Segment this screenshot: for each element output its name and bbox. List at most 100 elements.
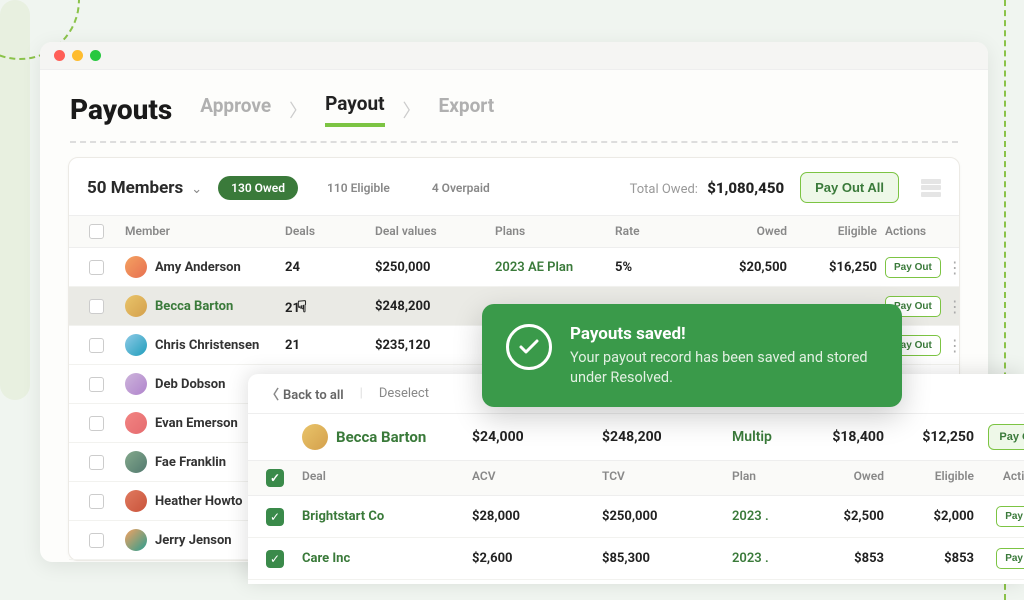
pay-out-button[interactable]: Pay Out (988, 424, 1024, 450)
cell-deals: 24 (285, 260, 375, 275)
member-name: Becca Barton (155, 299, 233, 314)
cell-acv: $28,000 (472, 509, 602, 524)
row-checkbox[interactable]: ✓ (266, 550, 284, 568)
avatar (125, 295, 147, 317)
avatar (125, 412, 147, 434)
window-close-icon[interactable] (54, 50, 65, 61)
avatar (125, 451, 147, 473)
step-payout[interactable]: Payout (325, 92, 384, 127)
row-checkbox[interactable] (89, 416, 104, 431)
cell-deal-values: $248,200 (375, 299, 495, 314)
col-tcv: TCV (602, 469, 732, 487)
row-menu-icon[interactable]: ⋮ (947, 258, 963, 277)
col-eligible: Eligible (892, 469, 982, 487)
cell-owed: $853 (802, 551, 892, 566)
member-name: Chris Christensen (155, 338, 259, 353)
filter-overpaid-pill[interactable]: 4 Overpaid (419, 176, 503, 200)
row-checkbox[interactable] (89, 260, 104, 275)
members-count-dropdown[interactable]: 50 Members ⌄ (87, 178, 202, 198)
avatar (125, 529, 147, 551)
header: Payouts Approve 〉 Payout 〉 Export (40, 70, 988, 141)
cell-rate: 5% (615, 260, 695, 275)
col-rate: Rate (615, 224, 695, 239)
cursor-hand-icon: ☟ (297, 297, 307, 316)
filter-eligible-pill[interactable]: 110 Eligible (314, 176, 403, 200)
table-header: Member Deals Deal values Plans Rate Owed… (69, 215, 959, 248)
total-owed-value: $1,080,450 (707, 179, 784, 197)
row-menu-icon[interactable]: ⋮ (947, 336, 963, 355)
chevron-down-icon: ⌄ (191, 182, 202, 197)
member-name: Heather Howto (155, 494, 242, 509)
filter-owed-pill[interactable]: 130 Owed (218, 176, 298, 200)
avatar (125, 490, 147, 512)
chevron-left-icon: 〈 (266, 388, 279, 403)
avatar (302, 424, 328, 450)
deselect-button[interactable]: Deselect (379, 386, 429, 401)
plan-link[interactable]: Multip (732, 429, 802, 445)
row-checkbox[interactable] (89, 455, 104, 470)
bg-deco (0, 0, 30, 400)
col-plan: Plan (732, 469, 802, 487)
col-deal: Deal (302, 469, 472, 487)
pay-out-button[interactable]: Pay Out (885, 257, 941, 278)
members-count-label: 50 Members (87, 178, 183, 198)
deal-row[interactable]: ✓ Brightstart Co $28,000 $250,000 2023 .… (248, 496, 1024, 538)
table-row[interactable]: Amy Anderson 24 $250,000 2023 AE Plan 5%… (69, 248, 959, 287)
member-name: Evan Emerson (155, 416, 238, 431)
row-checkbox[interactable] (89, 494, 104, 509)
select-all-checkbox[interactable]: ✓ (266, 469, 284, 487)
select-all-checkbox[interactable] (89, 224, 104, 239)
step-export[interactable]: Export (439, 94, 495, 125)
cell-tcv: $85,300 (602, 551, 732, 566)
step-approve[interactable]: Approve (200, 94, 271, 125)
cell-eligible: $12,250 (892, 429, 982, 445)
columns-icon[interactable] (921, 179, 941, 197)
member-name: Deb Dobson (155, 377, 225, 392)
toast-body: Your payout record has been saved and st… (570, 348, 878, 387)
pay-out-button[interactable]: Pay Out (996, 548, 1024, 569)
member-name: Amy Anderson (155, 260, 241, 275)
cell-deal-values: $235,120 (375, 338, 495, 353)
cell-deals: 21 (285, 338, 375, 353)
row-checkbox[interactable] (89, 377, 104, 392)
row-menu-icon[interactable]: ⋮ (947, 297, 963, 316)
back-to-all-button[interactable]: 〈Back to all (266, 384, 344, 403)
cell-tcv: $248,200 (602, 429, 732, 445)
avatar (125, 256, 147, 278)
deal-row[interactable]: ✓ Care Inc $2,600 $85,300 2023 . $853 $8… (248, 538, 1024, 580)
plan-link[interactable]: 2023 . (732, 509, 802, 524)
member-name: Fae Franklin (155, 455, 226, 470)
page-title: Payouts (70, 93, 172, 126)
cell-acv: $24,000 (472, 429, 602, 445)
row-checkbox[interactable]: ✓ (266, 508, 284, 526)
col-deals: Deals (285, 224, 375, 239)
col-actions: Actions (885, 224, 965, 239)
plan-link[interactable]: 2023 . (732, 551, 802, 566)
detail-table-header: ✓ Deal ACV TCV Plan Owed Eligible Action… (248, 461, 1024, 496)
col-acv: ACV (472, 469, 602, 487)
col-deal-values: Deal values (375, 224, 495, 239)
col-plans: Plans (495, 224, 615, 239)
check-circle-icon (506, 324, 552, 370)
cell-acv: $2,600 (472, 551, 602, 566)
pay-out-all-button[interactable]: Pay Out All (800, 172, 899, 203)
window-zoom-icon[interactable] (90, 50, 101, 61)
row-checkbox[interactable] (89, 299, 104, 314)
titlebar (40, 42, 988, 70)
divider: | (360, 386, 363, 401)
row-checkbox[interactable] (89, 338, 104, 353)
col-actions: Actions (982, 469, 1024, 487)
row-checkbox[interactable] (89, 533, 104, 548)
avatar (125, 373, 147, 395)
plan-link[interactable]: 2023 AE Plan (495, 260, 615, 275)
panel-toolbar: 50 Members ⌄ 130 Owed 110 Eligible 4 Ove… (69, 172, 959, 215)
deal-name[interactable]: Brightstart Co (302, 509, 472, 524)
detail-member-row: Becca Barton $24,000 $248,200 Multip $18… (248, 414, 1024, 461)
divider (70, 141, 958, 143)
pay-out-button[interactable]: Pay Out (996, 506, 1024, 527)
window-minimize-icon[interactable] (72, 50, 83, 61)
col-member: Member (125, 224, 285, 239)
cell-owed: $20,500 (695, 260, 795, 275)
deal-name[interactable]: Care Inc (302, 551, 472, 566)
member-name: Becca Barton (336, 428, 426, 446)
